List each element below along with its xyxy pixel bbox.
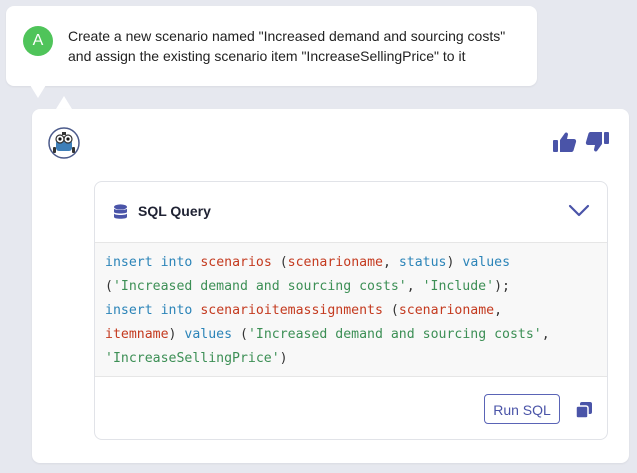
code-token: , [382,255,399,270]
code-token: ( [232,327,248,342]
code-token: into [160,255,193,270]
user-message-text: Create a new scenario named "Increased d… [68,26,528,66]
code-token: into [160,303,193,318]
code-line: itemname) values ('Increased demand and … [105,323,597,347]
code-token: status [398,255,447,270]
code-line: ('Increased demand and sourcing costs', … [105,275,597,299]
database-icon [114,204,127,219]
thumbs-up-icon[interactable] [552,131,577,153]
user-avatar: A [23,26,53,56]
sql-panel-header[interactable]: SQL Query [95,182,607,242]
code-token: 'IncreaseSellingPrice' [105,351,280,366]
code-token: ( [382,303,399,318]
code-line: insert into scenarioitemassignments (sce… [105,299,597,323]
code-token: 'Increased demand and sourcing costs' [247,327,542,342]
code-token: ) [446,255,463,270]
sql-query-panel: SQL Query insert into scenarios (scenari… [94,181,608,440]
user-bubble-tail [30,85,46,98]
code-token: , [406,279,423,294]
code-token: insert [105,303,153,318]
code-line: insert into scenarios (scenarioname, sta… [105,251,597,275]
user-message-bubble: A Create a new scenario named "Increased… [6,6,537,86]
sql-code-block: insert into scenarios (scenarioname, sta… [95,242,607,377]
user-message-line-1: Create a new scenario named "Increased d… [68,28,506,44]
code-token: values [462,255,511,270]
reply-bubble-tail [56,96,72,109]
code-token: ) [168,327,185,342]
copy-icon[interactable] [575,401,593,419]
chevron-down-icon[interactable] [568,204,590,218]
code-token: ( [271,255,288,270]
code-token: insert [105,255,153,270]
code-token: 'Include' [422,279,495,294]
code-token: scenarios [200,255,272,270]
sql-panel-title: SQL Query [138,203,211,219]
code-token: scenarioname [287,255,383,270]
code-token: ( [105,279,113,294]
thumbs-down-icon[interactable] [585,131,610,153]
code-token: scenarioname [398,303,495,318]
code-line: 'IncreaseSellingPrice') [105,347,597,371]
assistant-reply-card: SQL Query insert into scenarios (scenari… [32,109,629,463]
code-token: ) [279,351,288,366]
code-token: itemname [105,327,169,342]
code-token: ); [494,279,510,294]
robot-avatar-icon [48,127,80,159]
user-message-line-2: and assign the existing scenario item "I… [68,48,466,64]
code-token: , [541,327,550,342]
code-token: values [184,327,233,342]
code-token: scenarioitemassignments [200,303,383,318]
code-token: 'Increased demand and sourcing costs' [112,279,407,294]
code-token: , [494,303,503,318]
run-sql-button[interactable]: Run SQL [484,394,560,424]
